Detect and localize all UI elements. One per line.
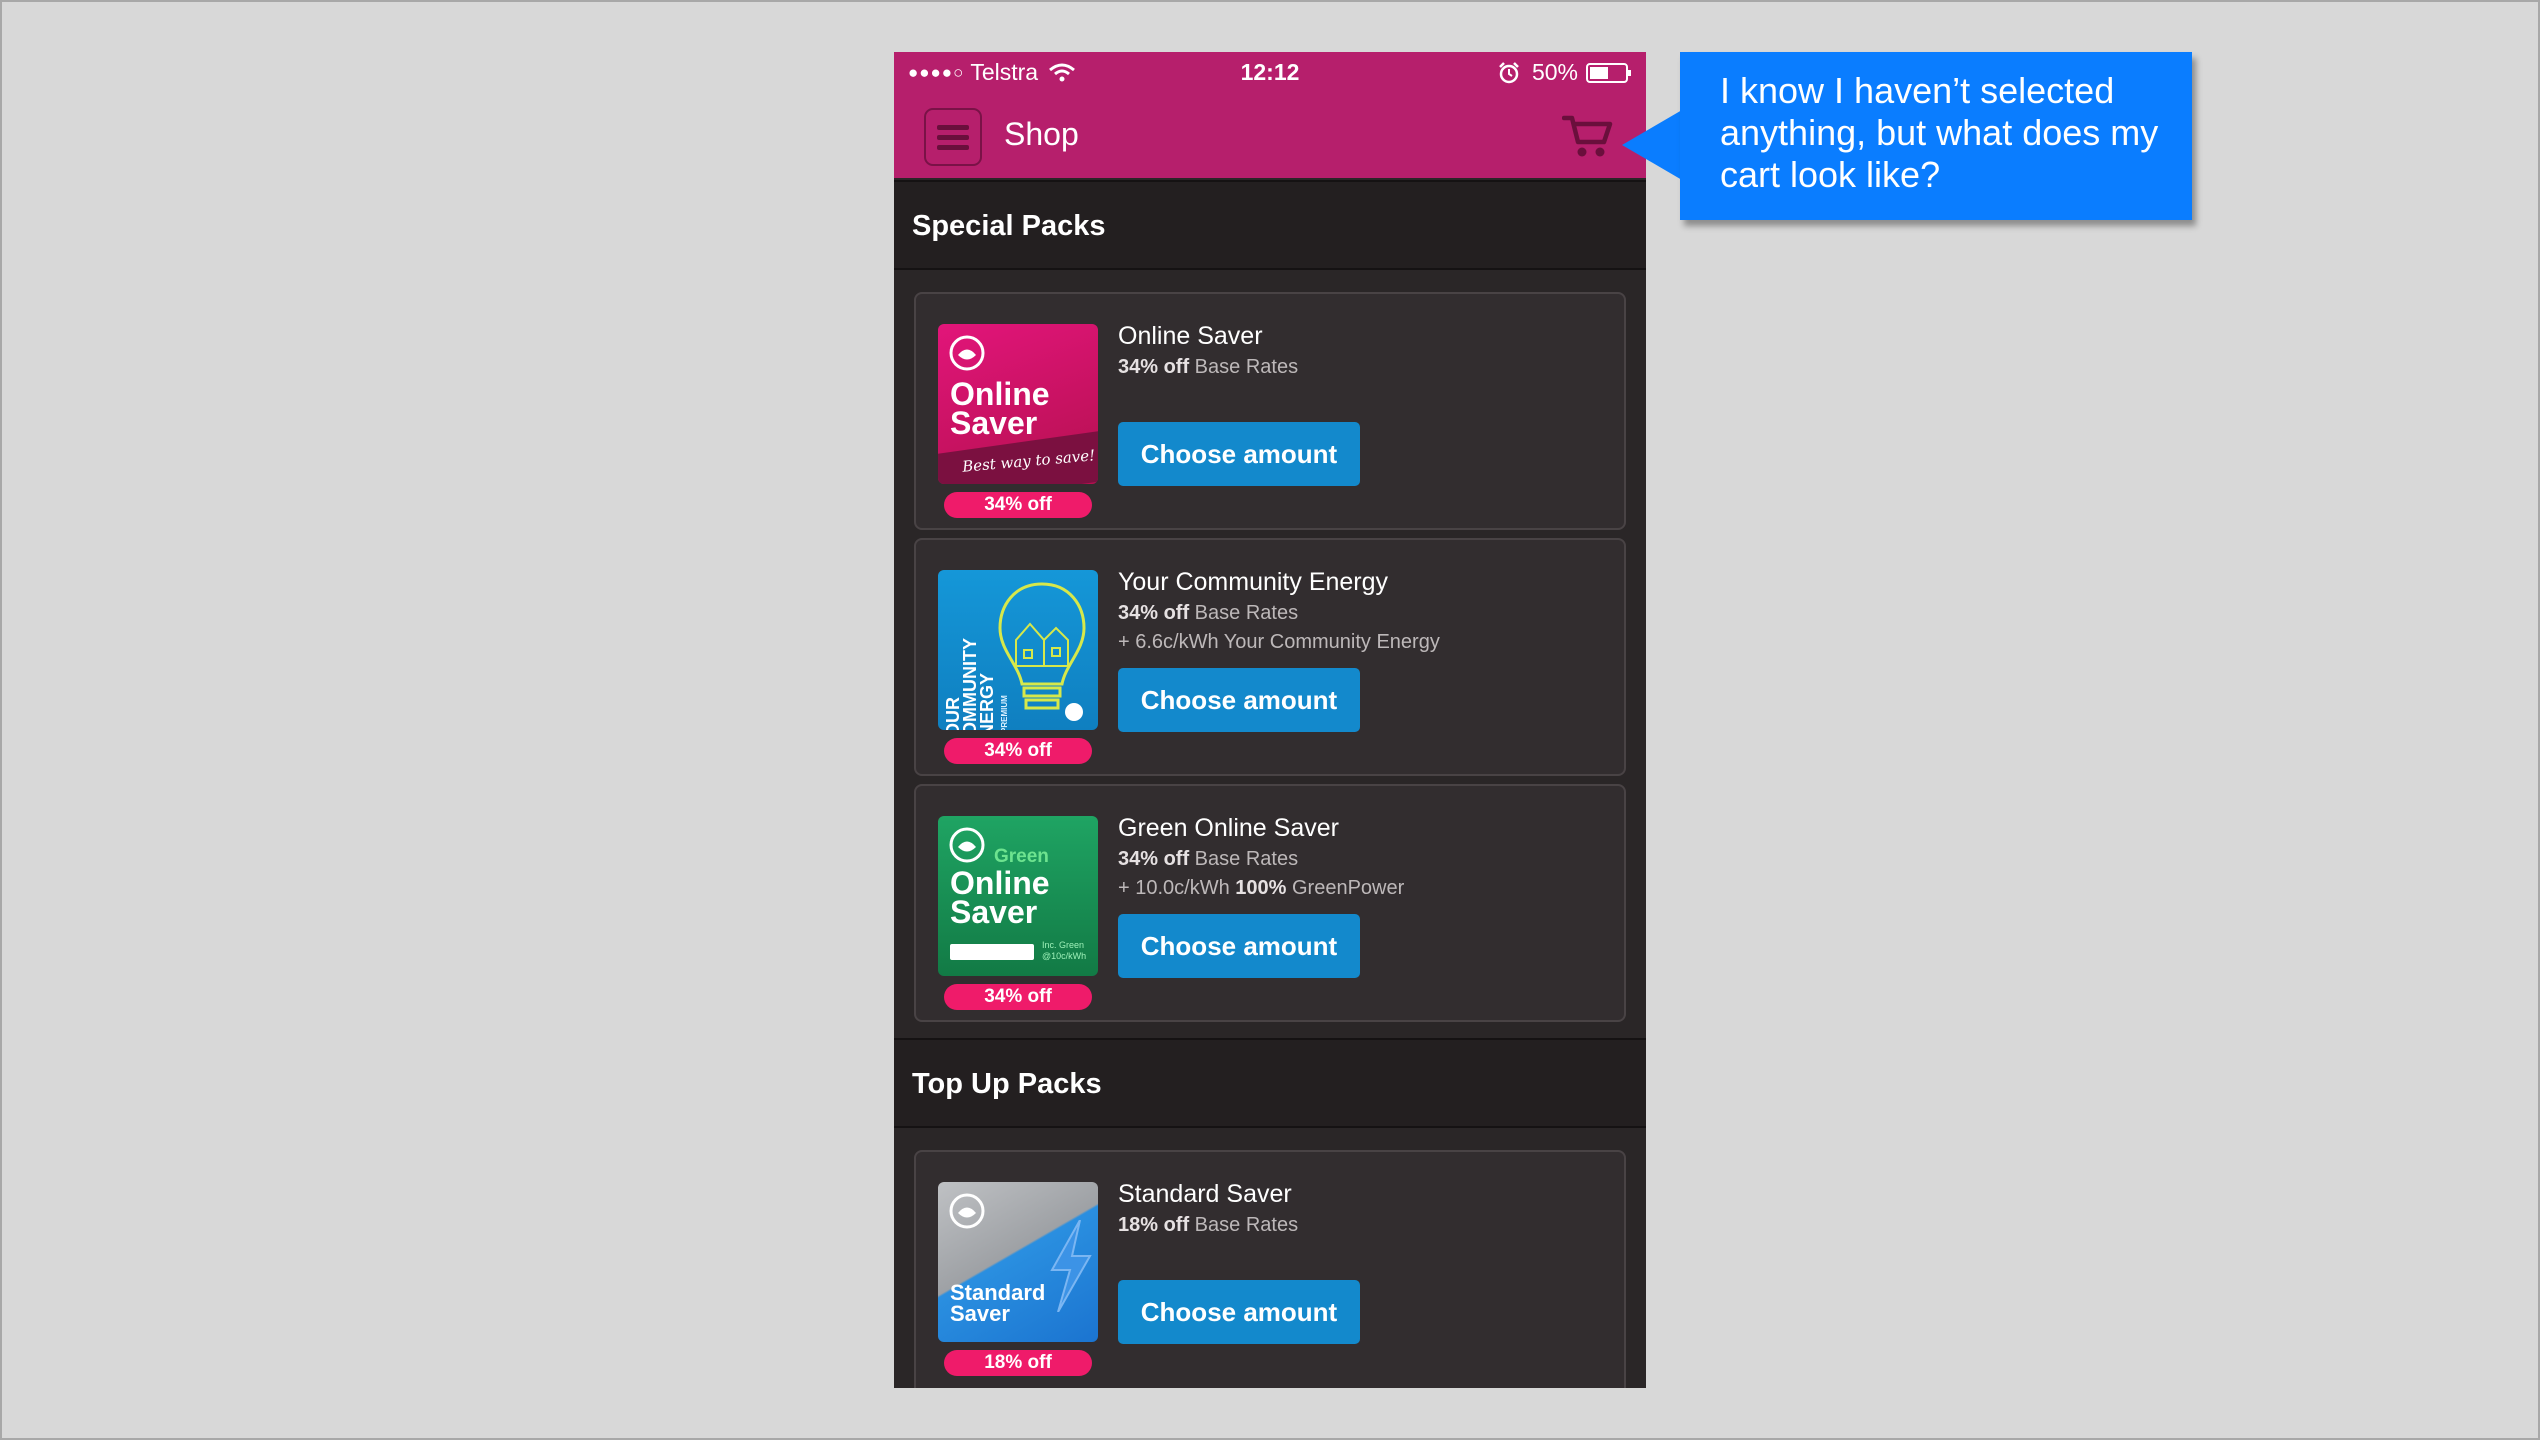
rate-suffix: Base Rates xyxy=(1189,848,1299,870)
rate-suffix: Base Rates xyxy=(1189,602,1299,624)
choose-amount-button[interactable]: Choose amount xyxy=(1118,914,1360,978)
callout-pointer xyxy=(1622,110,1682,180)
pack-rate: 34% off Base Rates xyxy=(1118,356,1298,379)
image-title-line: Saver xyxy=(950,894,1038,930)
extra-suffix: GreenPower xyxy=(1286,877,1405,899)
phone-screen: ●●●●○ Telstra 12:12 50% Shop Special Pac… xyxy=(894,52,1646,1388)
discount-badge: 18% off xyxy=(944,1350,1092,1376)
pack-card-standard-saver: Standard Saver 18% off Standard Saver 18… xyxy=(914,1150,1626,1388)
brand-logo-icon xyxy=(949,1193,985,1229)
image-tagline: Inc. Green @10c/kWh xyxy=(1042,940,1087,961)
discount-text: 18% off xyxy=(1118,1214,1190,1236)
hamburger-menu-button[interactable] xyxy=(924,108,982,166)
cart-icon[interactable] xyxy=(1562,112,1614,160)
pack-name: Online Saver xyxy=(1118,322,1263,350)
menu-bar-icon xyxy=(937,134,969,140)
discount-text: 34% off xyxy=(1118,356,1190,378)
pack-extra-rate: + 10.0c/kWh 100% GreenPower xyxy=(1118,877,1404,900)
standard-saver-image: Standard Saver xyxy=(938,1182,1098,1342)
section-header-special-packs: Special Packs xyxy=(894,180,1646,270)
brand-logo-icon xyxy=(949,827,985,863)
image-title-block: Standard Saver xyxy=(950,1280,1046,1326)
section-title: Top Up Packs xyxy=(912,1068,1102,1100)
discount-badge: 34% off xyxy=(944,492,1092,518)
status-bar: ●●●●○ Telstra 12:12 50% xyxy=(894,52,1646,96)
pack-name: Your Community Energy xyxy=(1118,568,1389,596)
pack-card-online-saver: Online Saver Best way to save! 34% off O… xyxy=(914,292,1626,530)
rate-suffix: Base Rates xyxy=(1189,356,1299,378)
pack-rate: 34% off Base Rates xyxy=(1118,602,1298,625)
extra-bold: 100% xyxy=(1235,877,1287,899)
discount-badge: 34% off xyxy=(944,738,1092,764)
image-title-line: Saver xyxy=(950,405,1038,441)
battery-percent: 50% xyxy=(1531,59,1578,85)
extra-prefix: + 10.0c/kWh xyxy=(1118,877,1236,899)
discount-badge: 34% off xyxy=(944,984,1092,1010)
lightning-bolt-icon xyxy=(1050,1220,1092,1312)
battery-icon xyxy=(1586,62,1631,83)
section-header-top-up-packs: Top Up Packs xyxy=(894,1038,1646,1128)
image-title-line: Saver xyxy=(950,1301,1010,1326)
section-title: Special Packs xyxy=(912,210,1106,242)
pack-rate: 18% off Base Rates xyxy=(1118,1214,1298,1237)
status-right-group: 50% xyxy=(1498,59,1632,86)
pack-name: Green Online Saver xyxy=(1118,814,1339,842)
choose-amount-button[interactable]: Choose amount xyxy=(1118,422,1360,486)
discount-text: 34% off xyxy=(1118,848,1190,870)
image-title-line: Standard xyxy=(950,1280,1046,1305)
app-header: ●●●●○ Telstra 12:12 50% Shop xyxy=(894,52,1646,178)
pack-extra-rate: + 6.6c/kWh Your Community Energy xyxy=(1118,631,1440,653)
greenpower-logo xyxy=(950,944,1034,960)
alarm-icon xyxy=(1499,61,1519,83)
pack-name: Standard Saver xyxy=(1118,1180,1292,1208)
discount-text: 34% off xyxy=(1118,602,1190,624)
lightbulb-icon xyxy=(998,582,1086,721)
rate-suffix: Base Rates xyxy=(1189,1214,1299,1236)
page-title: Shop xyxy=(1004,116,1079,152)
nav-bar: Shop xyxy=(894,96,1646,178)
choose-amount-button[interactable]: Choose amount xyxy=(1118,668,1360,732)
green-online-saver-image: Green Online Saver Inc. Green @10c/kWh xyxy=(938,816,1098,976)
callout-text: I know I haven’t selected anything, but … xyxy=(1720,70,2159,195)
menu-bar-icon xyxy=(937,144,969,150)
online-saver-image: Online Saver Best way to save! xyxy=(938,324,1098,484)
pack-card-green-online-saver: Green Online Saver Inc. Green @10c/kWh 3… xyxy=(914,784,1626,1022)
brand-logo-icon xyxy=(949,335,985,371)
community-energy-image: YOUR COMMUNITY ENERGY INC PREMIUM xyxy=(938,570,1098,730)
pack-card-community-energy: YOUR COMMUNITY ENERGY INC PREMIUM 34% of… xyxy=(914,538,1626,776)
annotation-callout: I know I haven’t selected anything, but … xyxy=(1680,52,2192,220)
choose-amount-button[interactable]: Choose amount xyxy=(1118,1280,1360,1344)
menu-bar-icon xyxy=(937,124,969,130)
pack-rate: 34% off Base Rates xyxy=(1118,848,1298,871)
